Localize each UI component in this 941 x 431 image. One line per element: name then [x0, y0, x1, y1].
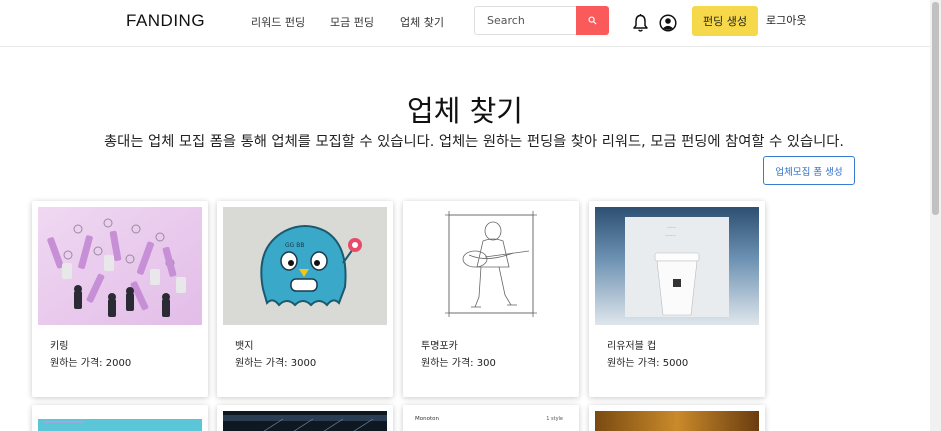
price-label: 원하는 가격:: [235, 358, 288, 369]
reusable-cup-image: ----- ------: [595, 207, 759, 325]
company-card[interactable]: 투명포카 원하는 가격: 300: [403, 201, 579, 397]
price-label: 원하는 가격:: [607, 358, 660, 369]
svg-text:-----: -----: [667, 225, 676, 231]
company-card[interactable]: ----- ------ 리유저블 컵 원하는 가격: 5000: [589, 201, 765, 397]
card-name: 투명포카: [421, 341, 458, 352]
brand-logo[interactable]: FANDING: [126, 11, 205, 31]
svg-text:------: ------: [665, 233, 676, 239]
company-card[interactable]: 키링 원하는 가격: 2000: [32, 201, 208, 397]
card-image: [595, 411, 759, 431]
company-card[interactable]: [217, 405, 393, 431]
create-recruit-form-button[interactable]: 업체모집 폼 생성: [763, 156, 855, 185]
card-price: 원하는 가격: 300: [421, 354, 496, 369]
price-value: 300: [476, 358, 496, 369]
company-card[interactable]: Monoton 1 style: [403, 405, 579, 431]
keyring-image: [38, 207, 202, 325]
price-value: 5000: [662, 358, 689, 369]
card-image: [38, 411, 202, 431]
card-image: [223, 411, 387, 431]
card-image: Monoton 1 style: [409, 411, 573, 431]
svg-text:GG BB: GG BB: [285, 242, 304, 249]
user-circle-icon[interactable]: [659, 14, 677, 32]
card-name: 뱃지: [235, 341, 254, 352]
page-subtitle: 총대는 업체 모집 폼을 통해 업체를 모집할 수 있습니다. 업체는 원하는 …: [104, 134, 844, 150]
create-funding-button[interactable]: 펀딩 생성: [692, 6, 758, 36]
price-label: 원하는 가격:: [421, 358, 474, 369]
company-card[interactable]: GG BB 뱃지 원하는 가격: 3000: [217, 201, 393, 397]
company-card[interactable]: [589, 405, 765, 431]
page-title: 업체 찾기: [407, 94, 523, 128]
badge-image: GG BB: [223, 207, 387, 325]
navbar: FANDING 리워드 펀딩 모금 펀딩 업체 찾기 펀딩 생성 로그아웃: [0, 0, 930, 47]
price-label: 원하는 가격:: [50, 358, 103, 369]
bell-icon[interactable]: [632, 13, 649, 33]
font-title: Monoton: [415, 416, 439, 422]
scrollbar-thumb[interactable]: [932, 2, 939, 215]
card-name: 키링: [50, 341, 69, 352]
card-name: 리유저블 컵: [607, 341, 657, 352]
nav-reward-funding[interactable]: 리워드 펀딩: [251, 14, 305, 30]
company-card[interactable]: [32, 405, 208, 431]
logout-link[interactable]: 로그아웃: [766, 12, 806, 28]
photocard-image: [409, 207, 573, 325]
price-value: 3000: [290, 358, 317, 369]
nav-find-company[interactable]: 업체 찾기: [400, 14, 444, 30]
price-value: 2000: [105, 358, 132, 369]
card-price: 원하는 가격: 5000: [607, 354, 688, 369]
font-style-count: 1 style: [546, 416, 563, 422]
search-button[interactable]: [576, 6, 609, 35]
page: FANDING 리워드 펀딩 모금 펀딩 업체 찾기 펀딩 생성 로그아웃 업체…: [0, 0, 941, 431]
search-icon: [588, 16, 597, 25]
card-price: 원하는 가격: 2000: [50, 354, 131, 369]
search-input[interactable]: [474, 6, 576, 35]
nav-donation-funding[interactable]: 모금 펀딩: [330, 14, 374, 30]
scrollbar[interactable]: [930, 0, 941, 431]
card-price: 원하는 가격: 3000: [235, 354, 316, 369]
